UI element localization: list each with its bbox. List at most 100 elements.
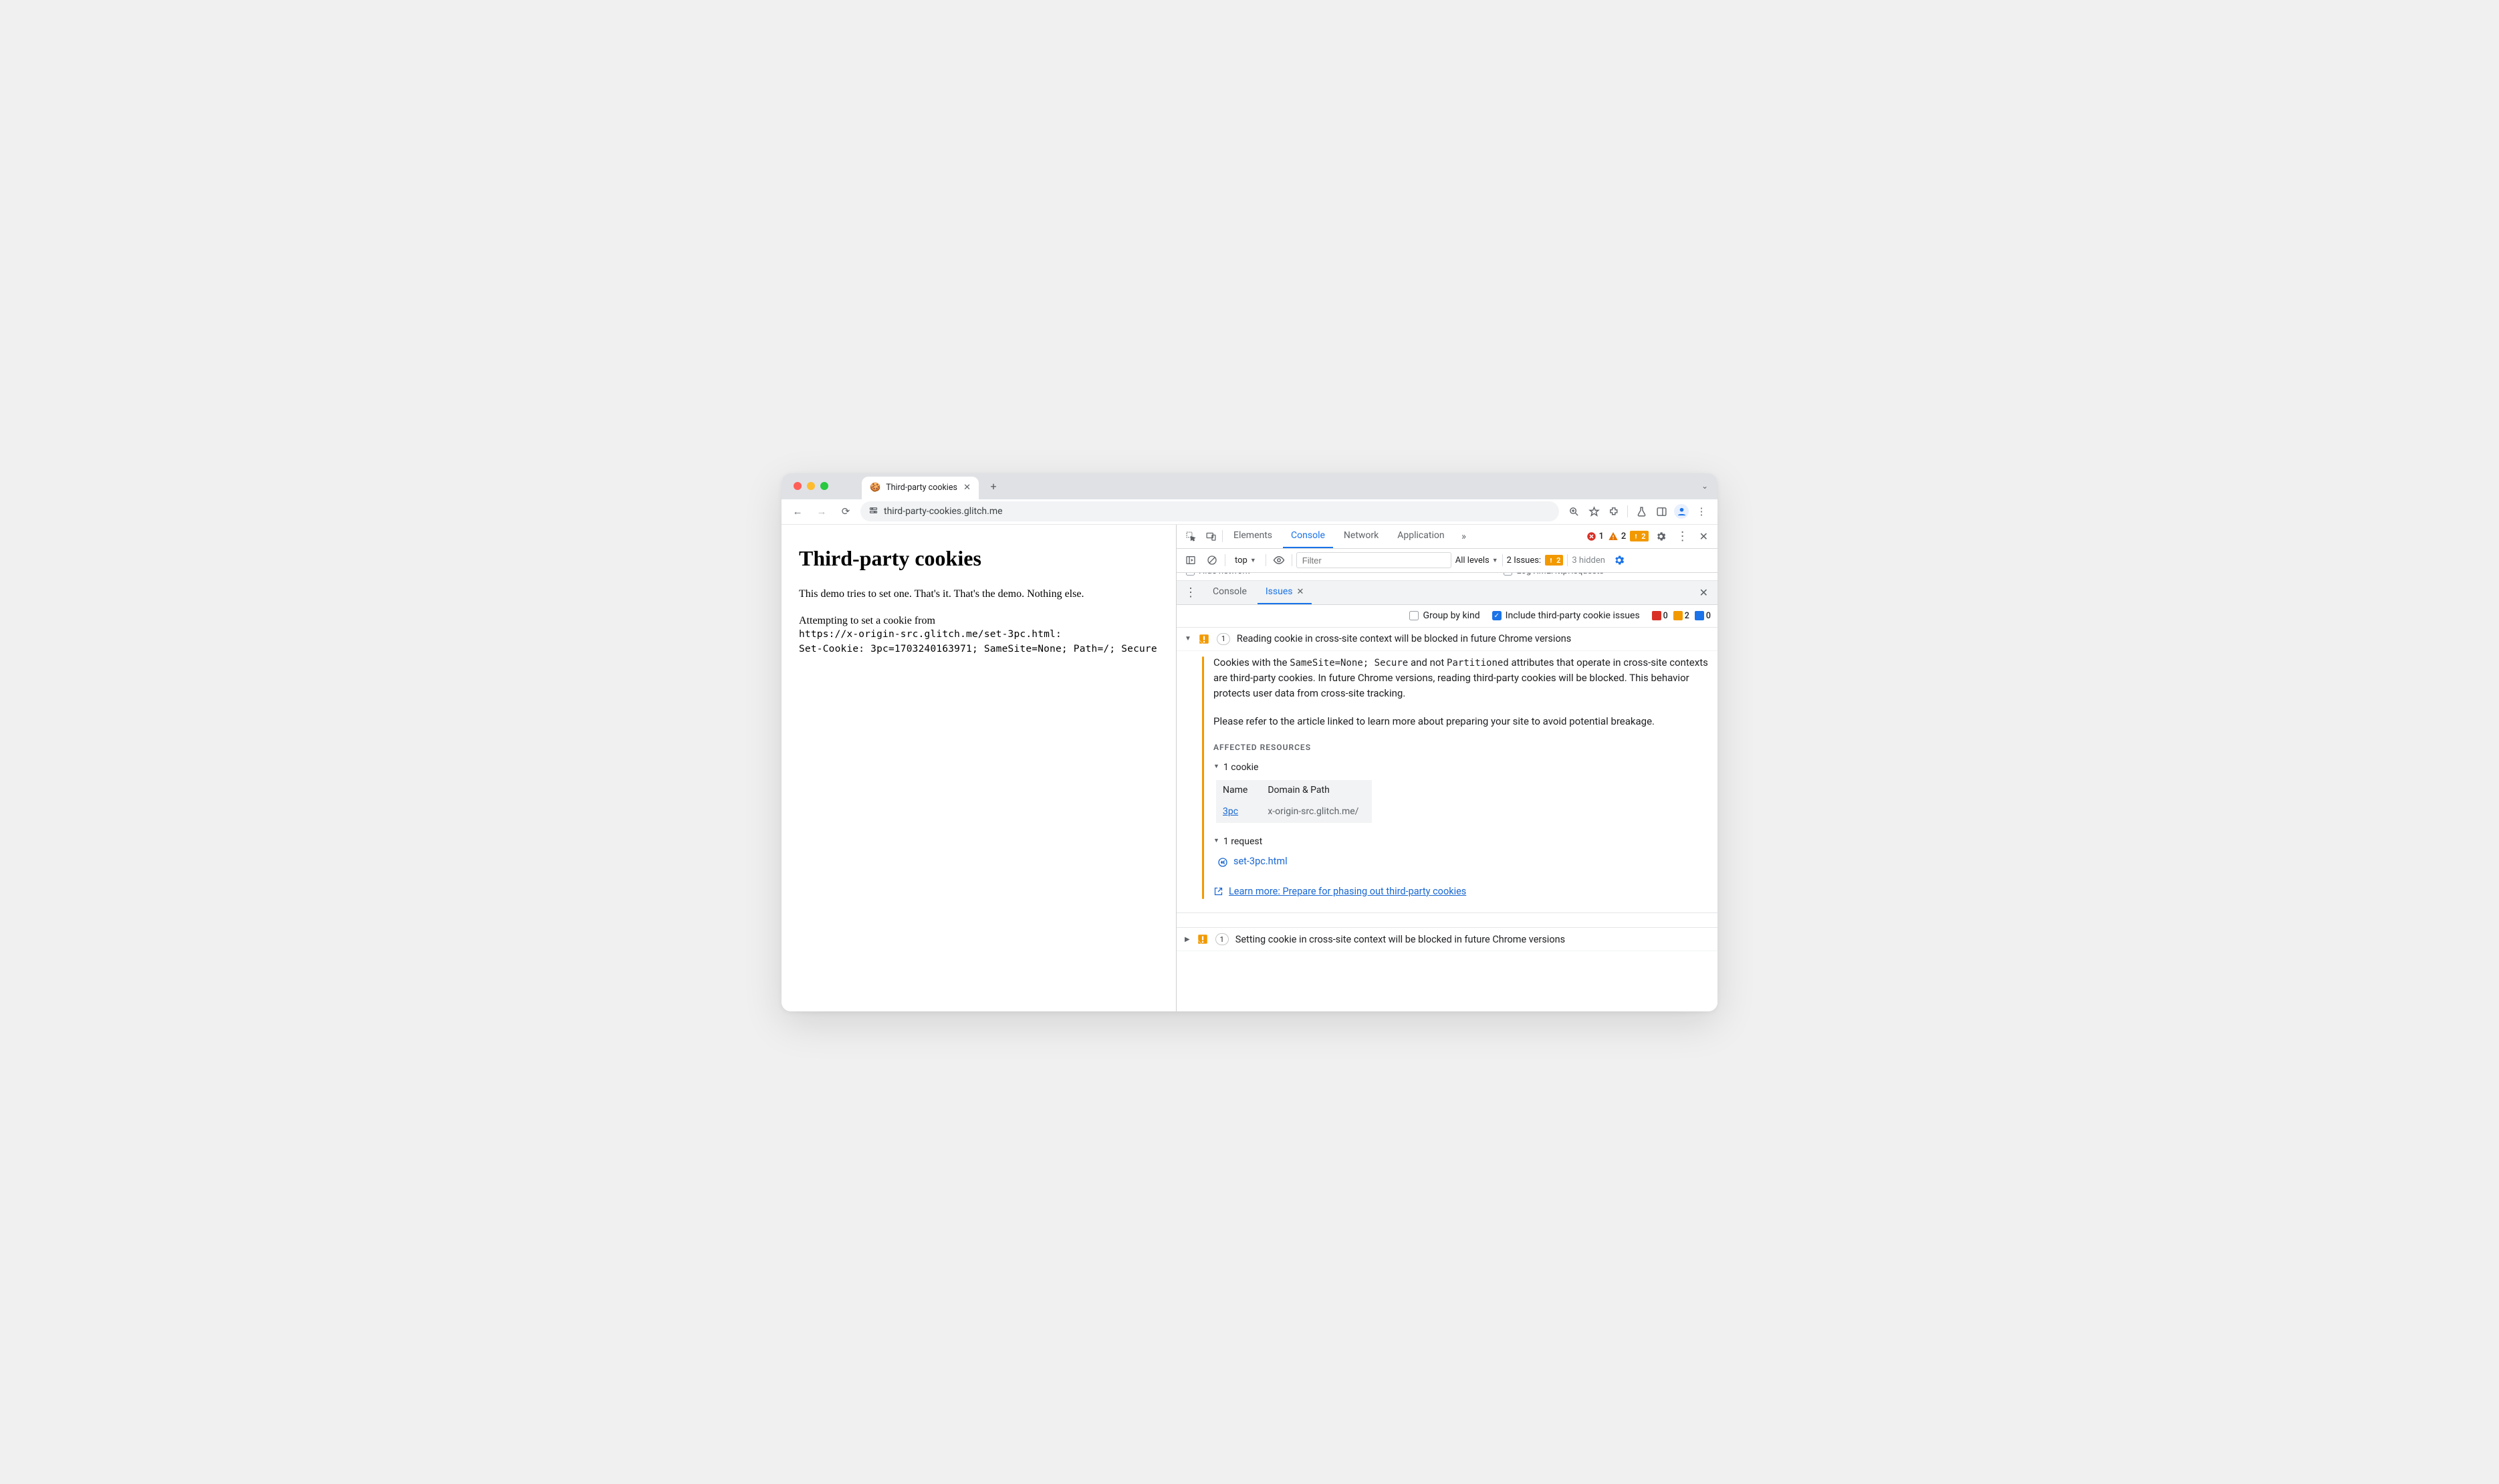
issue-occurrence-count: 1 xyxy=(1215,933,1229,945)
titlebar: 🍪 Third-party cookies ✕ + ⌄ xyxy=(782,473,1717,499)
affected-requests-toggle[interactable]: 1 request xyxy=(1213,835,1709,850)
drawer-kebab-icon[interactable]: ⋮ xyxy=(1182,586,1199,600)
learn-more-link[interactable]: Learn more: Prepare for phasing out thir… xyxy=(1213,884,1709,899)
drawer-close-icon[interactable]: ✕ xyxy=(1695,586,1712,599)
cookie-col-domain: Domain & Path xyxy=(1261,780,1372,801)
issues-count[interactable]: 2 Issues: 2 xyxy=(1507,555,1564,566)
new-tab-button[interactable]: + xyxy=(984,477,1003,495)
drawer-tab-issues[interactable]: Issues ✕ xyxy=(1258,581,1312,604)
devtools-panel: Elements Console Network Application » 1… xyxy=(1176,525,1717,1011)
tab-list-chevron-icon[interactable]: ⌄ xyxy=(1701,481,1708,491)
devtools-kebab-icon[interactable]: ⋮ xyxy=(1674,529,1691,543)
issue-occurrence-count: 1 xyxy=(1217,633,1230,645)
error-indicator[interactable]: 1 xyxy=(1586,531,1604,541)
drawer-tab-console[interactable]: Console xyxy=(1205,581,1255,604)
tab-application[interactable]: Application xyxy=(1389,525,1452,548)
window-maximize-button[interactable] xyxy=(820,482,828,490)
bookmark-star-icon[interactable] xyxy=(1584,502,1603,521)
issues-gap xyxy=(1177,913,1717,928)
more-tabs-chevron-icon[interactable]: » xyxy=(1455,527,1473,545)
issues-badge[interactable]: 2 xyxy=(1630,531,1648,541)
info-issue-count: 0 xyxy=(1695,611,1711,621)
issues-badge-count: 2 xyxy=(1641,532,1645,541)
devtools-tabs: Elements Console Network Application » 1… xyxy=(1177,525,1717,549)
issues-count-text: 2 Issues: xyxy=(1507,555,1541,566)
log-levels-selector[interactable]: All levels xyxy=(1455,555,1498,566)
cookie-domain: x-origin-src.glitch.me/ xyxy=(1261,801,1372,823)
breaking-change-icon xyxy=(1197,933,1209,945)
tab-close-icon[interactable]: ✕ xyxy=(963,483,971,493)
nav-toolbar: ← → ⟳ third-party-cookies.glitch.me ⋮ xyxy=(782,499,1717,525)
hide-network-checkbox[interactable]: Hide network xyxy=(1186,573,1250,576)
error-count: 1 xyxy=(1599,531,1604,541)
console-sidebar-toggle-icon[interactable] xyxy=(1182,551,1199,569)
device-toolbar-icon[interactable] xyxy=(1202,527,1219,545)
attempt-prefix: Attempting to set a cookie from xyxy=(799,615,1159,627)
group-by-kind-checkbox[interactable]: Group by kind xyxy=(1409,610,1479,621)
console-toolbar: top All levels 2 Issues: 2 3 hidden xyxy=(1177,549,1717,573)
console-filter-input[interactable] xyxy=(1296,552,1451,568)
cookie-name-link[interactable]: 3pc xyxy=(1223,806,1238,817)
profile-avatar[interactable] xyxy=(1672,502,1691,521)
error-issue-count: 0 xyxy=(1652,611,1668,621)
clear-console-icon[interactable] xyxy=(1203,551,1221,569)
inspect-element-icon[interactable] xyxy=(1182,527,1199,545)
log-xhr-checkbox[interactable]: Log XMLHttpRequests xyxy=(1504,573,1604,576)
browser-tab[interactable]: 🍪 Third-party cookies ✕ xyxy=(862,477,979,499)
issue-severity-counts: 0 2 0 xyxy=(1652,611,1711,621)
devtools-settings-gear-icon[interactable] xyxy=(1653,527,1670,545)
affected-request-link[interactable]: set-3pc.html xyxy=(1217,854,1709,869)
tab-console[interactable]: Console xyxy=(1283,525,1333,548)
url-text: third-party-cookies.glitch.me xyxy=(884,506,1003,517)
side-panel-icon[interactable] xyxy=(1652,502,1671,521)
chevron-down-icon: ▼ xyxy=(1185,635,1191,642)
warning-count: 2 xyxy=(1621,531,1626,541)
issue-description-1: Cookies with the SameSite=None; Secure a… xyxy=(1213,655,1709,702)
divider xyxy=(1567,554,1568,566)
labs-flask-icon[interactable] xyxy=(1632,502,1651,521)
set-cookie-header: Set-Cookie: 3pc=1703240163971; SameSite=… xyxy=(799,642,1159,656)
window-close-button[interactable] xyxy=(794,482,802,490)
issue-row-collapsed[interactable]: ▶ 1 Setting cookie in cross-site context… xyxy=(1177,928,1717,951)
execution-context-selector[interactable]: top xyxy=(1229,554,1262,567)
live-expression-eye-icon[interactable] xyxy=(1270,551,1288,569)
breaking-change-icon xyxy=(1198,633,1210,645)
address-bar[interactable]: third-party-cookies.glitch.me xyxy=(860,501,1559,521)
back-button[interactable]: ← xyxy=(788,502,807,521)
affected-resources-heading: AFFECTED RESOURCES xyxy=(1213,741,1709,754)
site-settings-icon[interactable] xyxy=(868,505,878,517)
affected-cookies-toggle[interactable]: 1 cookie xyxy=(1213,761,1709,775)
affected-cookies-table: Name Domain & Path 3pc x-origin-src.glit… xyxy=(1216,780,1372,822)
console-settings-gear-icon[interactable] xyxy=(1613,554,1625,566)
toolbar-right-icons: ⋮ xyxy=(1564,502,1711,521)
drawer-tab-issues-close-icon[interactable]: ✕ xyxy=(1297,587,1304,597)
include-3pc-issues-checkbox[interactable]: ✓ Include third-party cookie issues xyxy=(1492,610,1640,621)
hidden-messages-count[interactable]: 3 hidden xyxy=(1572,555,1605,566)
warning-indicator[interactable]: 2 xyxy=(1608,531,1626,541)
kebab-menu-icon[interactable]: ⋮ xyxy=(1692,502,1711,521)
page-intro: This demo tries to set one. That's it. T… xyxy=(799,587,1159,602)
page-cookie-attempt: Attempting to set a cookie from https://… xyxy=(799,615,1159,657)
page-heading: Third-party cookies xyxy=(799,546,1159,571)
issues-toolbar: Group by kind ✓ Include third-party cook… xyxy=(1177,605,1717,628)
cookie-col-name: Name xyxy=(1216,780,1261,801)
main-split: Third-party cookies This demo tries to s… xyxy=(782,525,1717,1011)
issues-list: ▼ 1 Reading cookie in cross-site context… xyxy=(1177,628,1717,1011)
tab-favicon-icon: 🍪 xyxy=(870,483,880,493)
devtools-close-icon[interactable]: ✕ xyxy=(1695,530,1712,543)
tab-network[interactable]: Network xyxy=(1336,525,1387,548)
reload-button[interactable]: ⟳ xyxy=(836,502,855,521)
issue-detail: Cookies with the SameSite=None; Secure a… xyxy=(1177,651,1717,914)
forward-button[interactable]: → xyxy=(812,502,831,521)
tab-elements[interactable]: Elements xyxy=(1225,525,1280,548)
drawer-tabs: ⋮ Console Issues ✕ ✕ xyxy=(1177,581,1717,605)
issue-row-expanded-header[interactable]: ▼ 1 Reading cookie in cross-site context… xyxy=(1177,628,1717,651)
issues-count-badge: 2 xyxy=(1545,555,1563,566)
extensions-icon[interactable] xyxy=(1604,502,1623,521)
toolbar-divider xyxy=(1627,505,1628,517)
chevron-right-icon: ▶ xyxy=(1185,936,1190,943)
zoom-icon[interactable] xyxy=(1564,502,1583,521)
window-minimize-button[interactable] xyxy=(807,482,815,490)
issue-description-2: Please refer to the article linked to le… xyxy=(1213,714,1709,729)
issue-title: Reading cookie in cross-site context wil… xyxy=(1237,633,1571,644)
